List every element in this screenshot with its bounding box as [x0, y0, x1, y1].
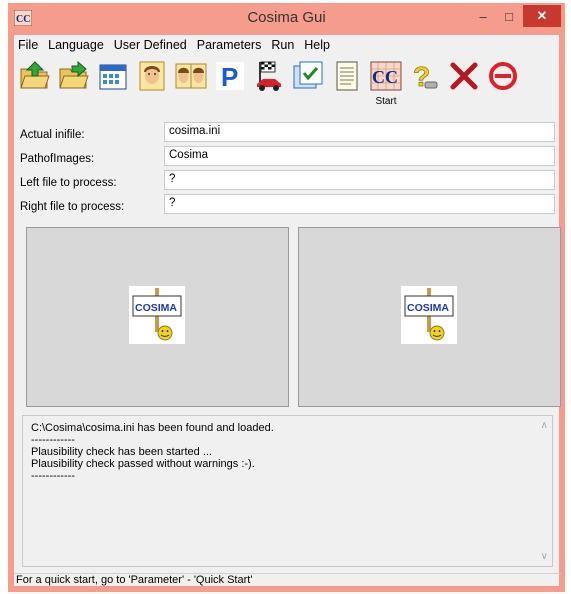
cc-start-icon: CC: [370, 61, 402, 91]
stop-button[interactable]: [486, 57, 520, 95]
help-question-icon: ?: [413, 61, 438, 92]
menu-run[interactable]: Run: [267, 35, 300, 55]
face-single-button[interactable]: [135, 57, 169, 95]
client-area: File Language User Defined Parameters Ru…: [14, 35, 561, 587]
right-file-label: Right file to process:: [20, 201, 125, 213]
race-car-icon: [257, 61, 281, 91]
actual-infile-field[interactable]: cosima.ini: [164, 122, 555, 142]
path-of-images-field[interactable]: Cosima: [164, 146, 555, 166]
open-file-button[interactable]: [18, 57, 52, 95]
right-image-panel[interactable]: COSIMA: [298, 227, 561, 407]
cosima-logo-text-left: COSIMA: [135, 302, 177, 314]
delete-button[interactable]: [447, 57, 481, 95]
face-pair-icon: [175, 63, 207, 89]
title-bar[interactable]: CC Cosima Gui – □ ✕: [8, 3, 565, 33]
start-button[interactable]: CC Start: [369, 57, 403, 107]
checklist-icon: [293, 61, 323, 89]
path-of-images-label: PathofImages:: [20, 153, 95, 165]
menu-bar: File Language User Defined Parameters Ru…: [14, 35, 336, 55]
left-file-label: Left file to process:: [20, 177, 117, 189]
open-folder-button[interactable]: [57, 57, 91, 95]
log-line: Plausibility check has been started ...: [31, 446, 212, 458]
parameters-button[interactable]: P: [213, 57, 247, 95]
calendar-button[interactable]: [96, 57, 130, 95]
actual-infile-label: Actual inifile:: [20, 129, 85, 141]
status-bar: For a quick start, go to 'Parameter' - '…: [14, 573, 561, 587]
log-output[interactable]: C:\Cosima\cosima.ini has been found and …: [22, 415, 553, 567]
svg-text:P: P: [221, 62, 238, 92]
start-label: Start: [375, 96, 397, 107]
stop-icon: [489, 62, 517, 90]
log-line: Plausibility check passed without warnin…: [31, 458, 255, 470]
menu-help[interactable]: Help: [300, 35, 336, 55]
calendar-icon: [99, 64, 127, 90]
face-single-icon: [139, 61, 165, 91]
delete-x-icon: [450, 62, 478, 90]
app-window: CC Cosima Gui – □ ✕ File Language User D…: [8, 3, 565, 592]
right-file-field[interactable]: ?: [164, 194, 555, 214]
notepad-icon: [336, 61, 358, 91]
face-pair-button[interactable]: [174, 57, 208, 95]
notes-button[interactable]: [330, 57, 364, 95]
cosima-logo-right: COSIMA: [401, 286, 457, 344]
cosima-logo-text-right: COSIMA: [407, 302, 449, 314]
menu-user-defined[interactable]: User Defined: [110, 35, 193, 55]
help-button[interactable]: ?: [408, 57, 442, 95]
race-button[interactable]: [252, 57, 286, 95]
maximize-button[interactable]: □: [496, 5, 522, 27]
menu-file[interactable]: File: [14, 35, 44, 55]
scroll-down-icon[interactable]: ∨: [541, 551, 548, 562]
menu-parameters[interactable]: Parameters: [193, 35, 268, 55]
log-line: C:\Cosima\cosima.ini has been found and …: [31, 422, 274, 434]
cosima-logo-left: COSIMA: [129, 286, 185, 344]
scroll-up-icon[interactable]: ∧: [541, 420, 548, 431]
log-line: ------------: [31, 434, 75, 446]
svg-text:CC: CC: [372, 67, 398, 87]
close-button[interactable]: ✕: [523, 5, 561, 27]
parking-p-icon: P: [216, 62, 244, 92]
left-image-panel[interactable]: COSIMA: [26, 227, 289, 407]
check-button[interactable]: [291, 57, 325, 95]
minimize-button[interactable]: –: [470, 5, 496, 27]
folder-open-alt-icon: [59, 60, 89, 89]
folder-open-green-icon: [20, 61, 50, 89]
menu-language[interactable]: Language: [44, 35, 110, 55]
left-file-field[interactable]: ?: [164, 170, 555, 190]
toolbar: P CC Start ?: [18, 57, 525, 107]
log-line: ------------: [31, 470, 75, 482]
